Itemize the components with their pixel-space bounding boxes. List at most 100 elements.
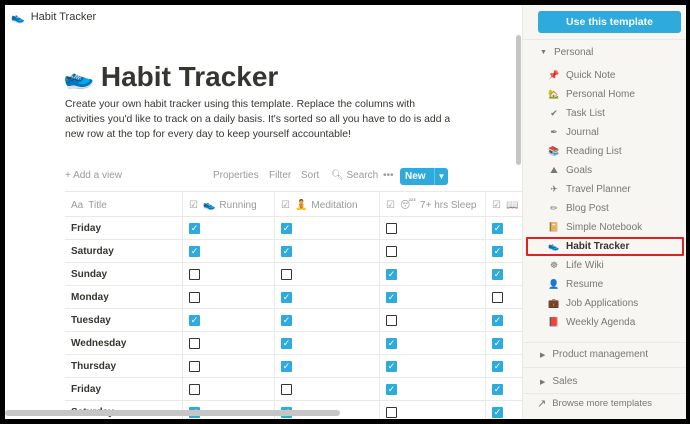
more-options-button[interactable]: ••• bbox=[383, 170, 394, 181]
sidebar-item-weekly-agenda[interactable]: 📕 Weekly Agenda bbox=[523, 313, 686, 332]
new-button[interactable]: New ▼ bbox=[400, 168, 448, 185]
sidebar-item-simple-notebook[interactable]: 📔 Simple Notebook bbox=[523, 218, 686, 237]
filter-button[interactable]: Filter bbox=[269, 170, 291, 181]
column-header-next[interactable]: ☑ 📖 bbox=[486, 192, 522, 218]
checkbox-unchecked[interactable] bbox=[386, 246, 397, 257]
day-cell[interactable]: Friday bbox=[65, 217, 183, 240]
column-header-meditation[interactable]: ☑ 🧘 Meditation bbox=[275, 192, 380, 218]
checkbox-checked[interactable]: ✓ bbox=[492, 361, 503, 372]
sidebar-item-label: Personal Home bbox=[566, 89, 635, 100]
checkbox-checked[interactable]: ✓ bbox=[189, 315, 200, 326]
chevron-down-icon[interactable]: ▼ bbox=[434, 168, 448, 185]
partial-emoji-icon: 📖 bbox=[505, 199, 519, 211]
checkmark-icon: ✓ bbox=[190, 315, 199, 325]
search-button[interactable]: 🔍︎ Search bbox=[331, 170, 378, 181]
breadcrumb[interactable]: 👟 Habit Tracker bbox=[5, 5, 96, 29]
browse-more-templates-link[interactable]: ↗ Browse more templates bbox=[537, 397, 652, 410]
checkbox-unchecked[interactable] bbox=[189, 269, 200, 280]
vertical-scrollbar[interactable] bbox=[516, 35, 521, 165]
table-row[interactable]: Sunday ✓ ✓ bbox=[65, 263, 522, 286]
checkbox-checked[interactable]: ✓ bbox=[492, 407, 503, 418]
checkbox-checked[interactable]: ✓ bbox=[492, 315, 503, 326]
house-icon: 🏡 bbox=[548, 89, 560, 99]
checkbox-checked[interactable]: ✓ bbox=[281, 315, 292, 326]
sidebar-item-task-list[interactable]: ✔ Task List bbox=[523, 104, 686, 123]
checkbox-checked[interactable]: ✓ bbox=[189, 246, 200, 257]
column-header-running[interactable]: ☑ 👟 Running bbox=[183, 192, 275, 218]
checkbox-checked[interactable]: ✓ bbox=[386, 269, 397, 280]
sort-button[interactable]: Sort bbox=[301, 170, 319, 181]
checkbox-unchecked[interactable] bbox=[386, 315, 397, 326]
sidebar-item-quick-note[interactable]: 📌 Quick Note bbox=[523, 66, 686, 85]
sneaker-icon[interactable]: 👟 bbox=[60, 59, 96, 95]
checkbox-checked[interactable]: ✓ bbox=[492, 338, 503, 349]
checkbox-checked[interactable]: ✓ bbox=[281, 361, 292, 372]
checkbox-checked[interactable]: ✓ bbox=[492, 246, 503, 257]
day-cell[interactable]: Thursday bbox=[65, 355, 183, 378]
page-title-text: Habit Tracker bbox=[100, 61, 279, 92]
day-cell[interactable]: Friday bbox=[65, 378, 183, 401]
horizontal-scrollbar[interactable] bbox=[5, 410, 340, 416]
checkbox-unchecked[interactable] bbox=[281, 269, 292, 280]
day-cell[interactable]: Monday bbox=[65, 286, 183, 309]
checkbox-checked[interactable]: ✓ bbox=[281, 292, 292, 303]
sidebar-item-travel-planner[interactable]: ✈ Travel Planner bbox=[523, 180, 686, 199]
checkbox-checked[interactable]: ✓ bbox=[386, 292, 397, 303]
day-cell[interactable]: Wednesday bbox=[65, 332, 183, 355]
properties-button[interactable]: Properties bbox=[213, 170, 259, 181]
section-personal[interactable]: ▼ Personal bbox=[540, 47, 593, 58]
checkbox-checked[interactable]: ✓ bbox=[386, 384, 397, 395]
sidebar-item-label: Goals bbox=[566, 165, 593, 176]
sidebar-item-label: Job Applications bbox=[566, 298, 639, 309]
sidebar-item-life-wiki[interactable]: ☸ Life Wiki bbox=[523, 256, 686, 275]
checkbox-checked[interactable]: ✓ bbox=[492, 384, 503, 395]
checkbox-unchecked[interactable] bbox=[189, 292, 200, 303]
table-row[interactable]: Friday ✓ ✓ ✓ bbox=[65, 217, 522, 240]
checkbox-checked[interactable]: ✓ bbox=[492, 269, 503, 280]
sidebar-item-journal[interactable]: ✒ Journal bbox=[523, 123, 686, 142]
checkbox-checked[interactable]: ✓ bbox=[281, 338, 292, 349]
use-template-button[interactable]: Use this template bbox=[538, 11, 681, 33]
section-sales[interactable]: ▶ Sales bbox=[540, 376, 577, 387]
sidebar-item-blog-post[interactable]: ✏ Blog Post bbox=[523, 199, 686, 218]
checkbox-unchecked[interactable] bbox=[281, 384, 292, 395]
sidebar-item-job-applications[interactable]: 💼 Job Applications bbox=[523, 294, 686, 313]
checkbox-checked[interactable]: ✓ bbox=[386, 338, 397, 349]
sleepy-face-icon: 😴 bbox=[399, 199, 417, 211]
checkbox-cell: ✓ bbox=[275, 217, 380, 240]
books-icon: 📚 bbox=[548, 146, 560, 156]
table-row[interactable]: Friday ✓ ✓ bbox=[65, 378, 522, 401]
checkbox-unchecked[interactable] bbox=[189, 361, 200, 372]
checkbox-cell bbox=[380, 309, 486, 332]
checkbox-checked[interactable]: ✓ bbox=[492, 223, 503, 234]
section-product-management[interactable]: ▶ Product management bbox=[540, 349, 648, 360]
table-body: Friday ✓ ✓ ✓ Saturday ✓ ✓ ✓ Sunday ✓ ✓ Monday ✓ ✓ Tues… bbox=[65, 217, 522, 419]
checkbox-checked[interactable]: ✓ bbox=[386, 361, 397, 372]
column-header-title[interactable]: Aa Title bbox=[65, 192, 183, 218]
checkbox-unchecked[interactable] bbox=[386, 223, 397, 234]
sidebar-item-resume[interactable]: 👤 Resume bbox=[523, 275, 686, 294]
day-cell[interactable]: Sunday bbox=[65, 263, 183, 286]
checkbox-checked[interactable]: ✓ bbox=[281, 246, 292, 257]
checkbox-unchecked[interactable] bbox=[189, 384, 200, 395]
add-view-button[interactable]: + Add a view bbox=[65, 170, 122, 181]
table-row[interactable]: Wednesday ✓ ✓ ✓ bbox=[65, 332, 522, 355]
checkmark-icon: ✓ bbox=[282, 315, 291, 325]
page-title[interactable]: 👟 Habit Tracker bbox=[60, 59, 279, 95]
day-cell[interactable]: Saturday bbox=[65, 240, 183, 263]
sidebar-item-goals[interactable]: ⛰ Goals bbox=[523, 161, 686, 180]
checkbox-unchecked[interactable] bbox=[386, 407, 397, 418]
sidebar-item-personal-home[interactable]: 🏡 Personal Home bbox=[523, 85, 686, 104]
day-cell[interactable]: Tuesday bbox=[65, 309, 183, 332]
table-row[interactable]: Thursday ✓ ✓ ✓ bbox=[65, 355, 522, 378]
column-header-sleep[interactable]: ☑ 😴 7+ hrs Sleep bbox=[380, 192, 486, 218]
checkbox-checked[interactable]: ✓ bbox=[189, 223, 200, 234]
checkbox-unchecked[interactable] bbox=[492, 292, 503, 303]
sidebar-item-reading-list[interactable]: 📚 Reading List bbox=[523, 142, 686, 161]
checkbox-unchecked[interactable] bbox=[189, 338, 200, 349]
checkbox-checked[interactable]: ✓ bbox=[281, 223, 292, 234]
mountain-icon: ⛰ bbox=[550, 165, 558, 175]
table-row[interactable]: Saturday ✓ ✓ ✓ bbox=[65, 240, 522, 263]
table-row[interactable]: Tuesday ✓ ✓ ✓ bbox=[65, 309, 522, 332]
table-row[interactable]: Monday ✓ ✓ bbox=[65, 286, 522, 309]
